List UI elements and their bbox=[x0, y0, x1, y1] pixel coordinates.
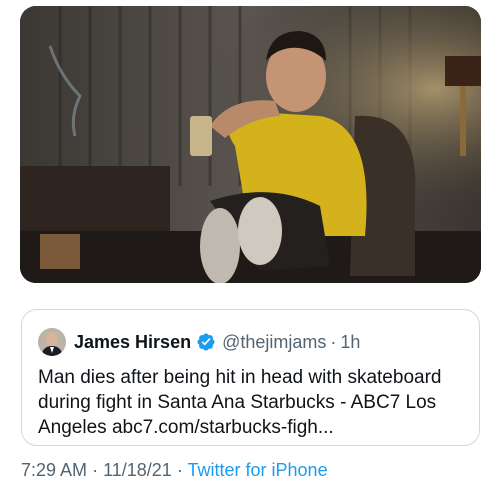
tweet-time[interactable]: 7:29 AM bbox=[21, 460, 87, 480]
separator-dot: · bbox=[92, 460, 99, 480]
tweet-date[interactable]: 11/18/21 bbox=[103, 460, 172, 480]
verified-badge-icon bbox=[196, 332, 216, 352]
tweet-meta: 7:29 AM · 11/18/21 · Twitter for iPhone bbox=[21, 460, 328, 484]
tweet-age[interactable]: 1h bbox=[340, 332, 360, 353]
separator-dot: · bbox=[330, 331, 337, 352]
author-display-name[interactable]: James Hirsen bbox=[74, 332, 191, 353]
tweet-source-link[interactable]: Twitter for iPhone bbox=[188, 460, 328, 480]
quoted-tweet-text: Man dies after being hit in head with sk… bbox=[38, 367, 442, 438]
quoted-tweet-card[interactable]: James Hirsen @thejimjams · 1h Man dies a… bbox=[21, 309, 480, 446]
avatar[interactable] bbox=[38, 328, 66, 356]
author-handle[interactable]: @thejimjams bbox=[222, 332, 326, 353]
tweet-photo[interactable] bbox=[20, 6, 481, 283]
avatar-image bbox=[38, 328, 66, 356]
separator-dot: · bbox=[176, 460, 183, 480]
photo-image bbox=[20, 6, 481, 283]
quoted-tweet-header: James Hirsen @thejimjams · 1h bbox=[38, 328, 360, 356]
